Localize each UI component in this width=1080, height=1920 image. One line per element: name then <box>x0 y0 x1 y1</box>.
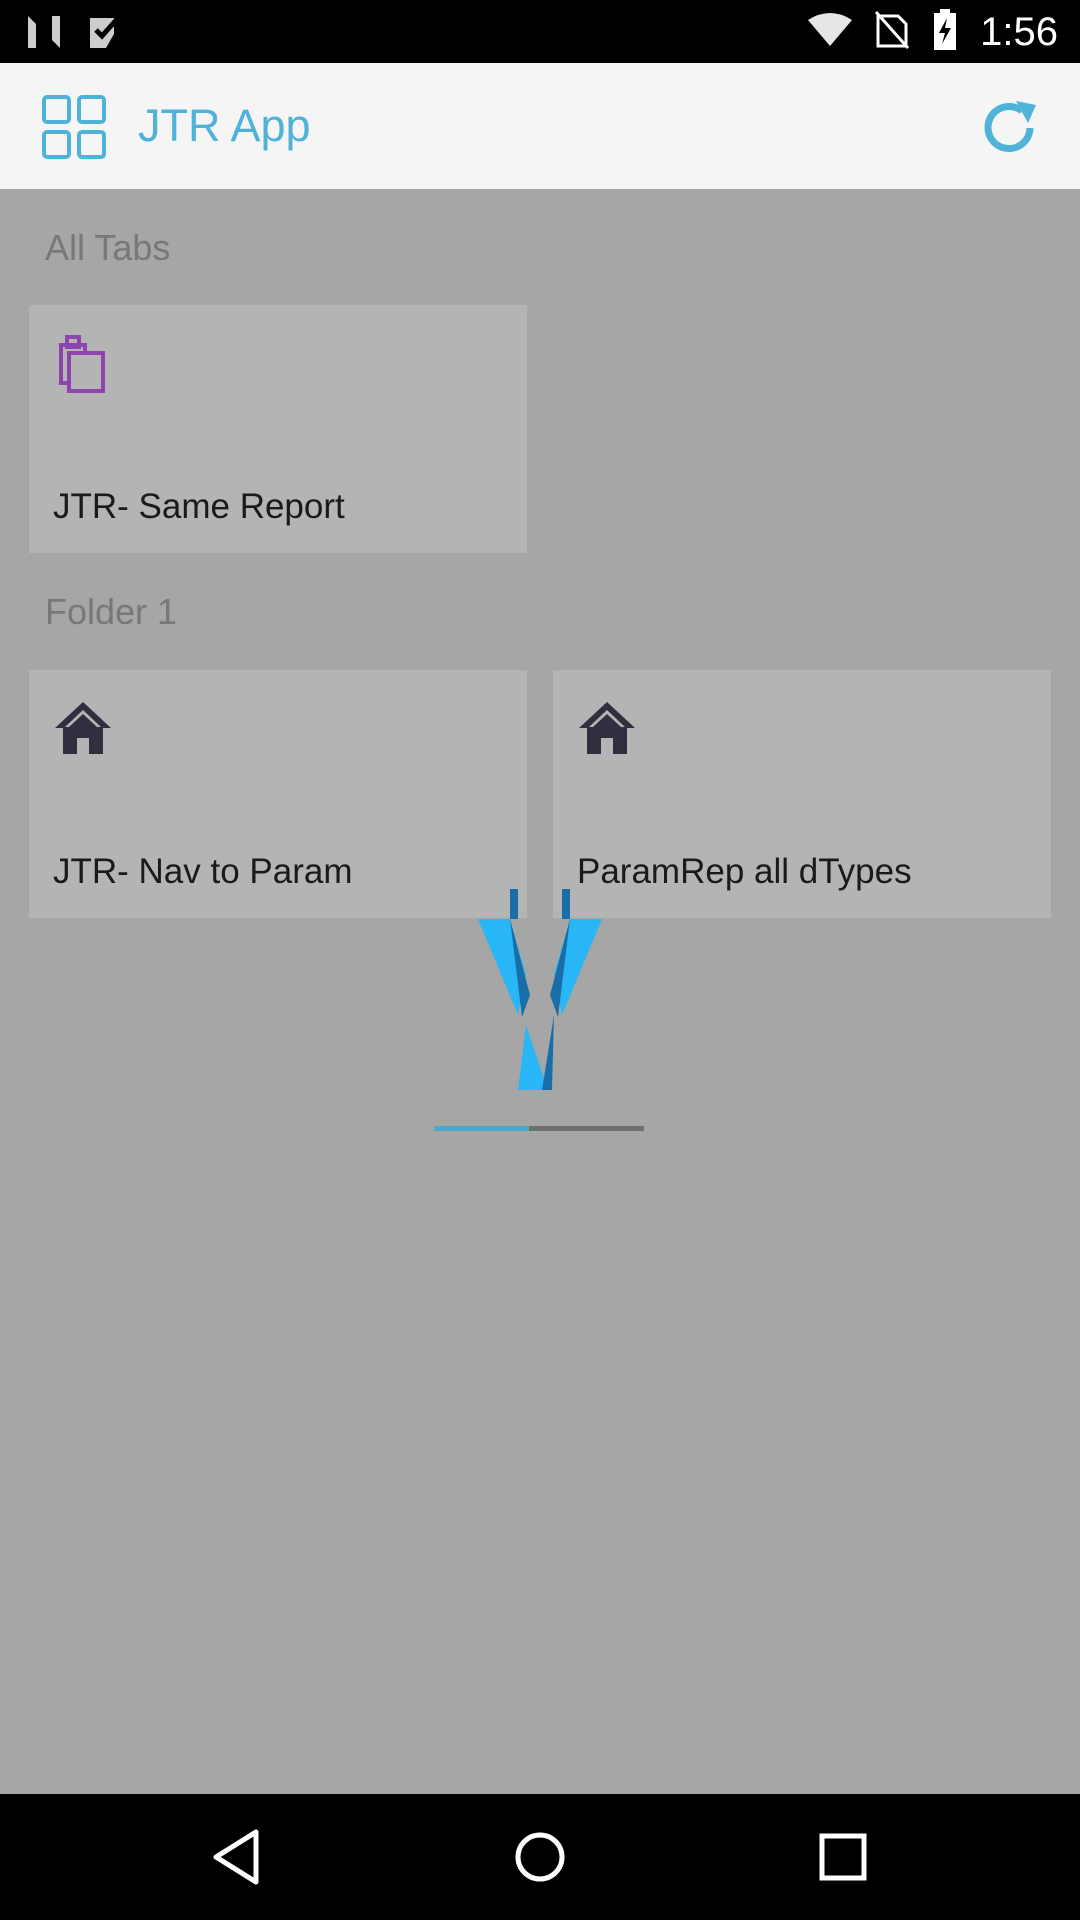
check-notification-icon <box>84 12 124 57</box>
no-sim-icon <box>874 10 910 55</box>
loading-progress-bar <box>434 1126 644 1131</box>
app-bar: JTR App <box>0 63 1080 189</box>
clock: 1:56 <box>980 10 1058 54</box>
tile-label: ParamRep all dTypes <box>577 852 912 891</box>
loading-logo-icon <box>470 885 610 1095</box>
clipboard-icon <box>51 331 115 395</box>
system-nav-bar <box>0 1794 1080 1920</box>
tile-jtr-same-report[interactable]: JTR- Same Report <box>29 305 527 553</box>
home-circle-icon[interactable] <box>507 1824 573 1890</box>
back-icon[interactable] <box>204 1824 270 1890</box>
status-bar: 1:56 <box>0 0 1080 63</box>
section-title-folder-1: Folder 1 <box>45 591 178 632</box>
wifi-icon <box>808 12 853 53</box>
section-title-all-tabs: All Tabs <box>45 227 171 268</box>
tile-label: JTR- Same Report <box>53 487 345 526</box>
home-icon <box>51 696 115 760</box>
progress-fill <box>434 1126 529 1131</box>
tile-paramrep-all-dtypes[interactable]: ParamRep all dTypes <box>553 670 1051 918</box>
recents-icon[interactable] <box>810 1824 876 1890</box>
refresh-icon[interactable] <box>978 97 1040 159</box>
tile-jtr-nav-to-param[interactable]: JTR- Nav to Param <box>29 670 527 918</box>
app-title: JTR App <box>138 100 311 151</box>
battery-charging-icon <box>932 8 958 57</box>
home-icon <box>575 696 639 760</box>
n-logo-icon <box>24 12 64 57</box>
tile-label: JTR- Nav to Param <box>53 852 353 891</box>
grid-icon[interactable] <box>42 95 106 159</box>
